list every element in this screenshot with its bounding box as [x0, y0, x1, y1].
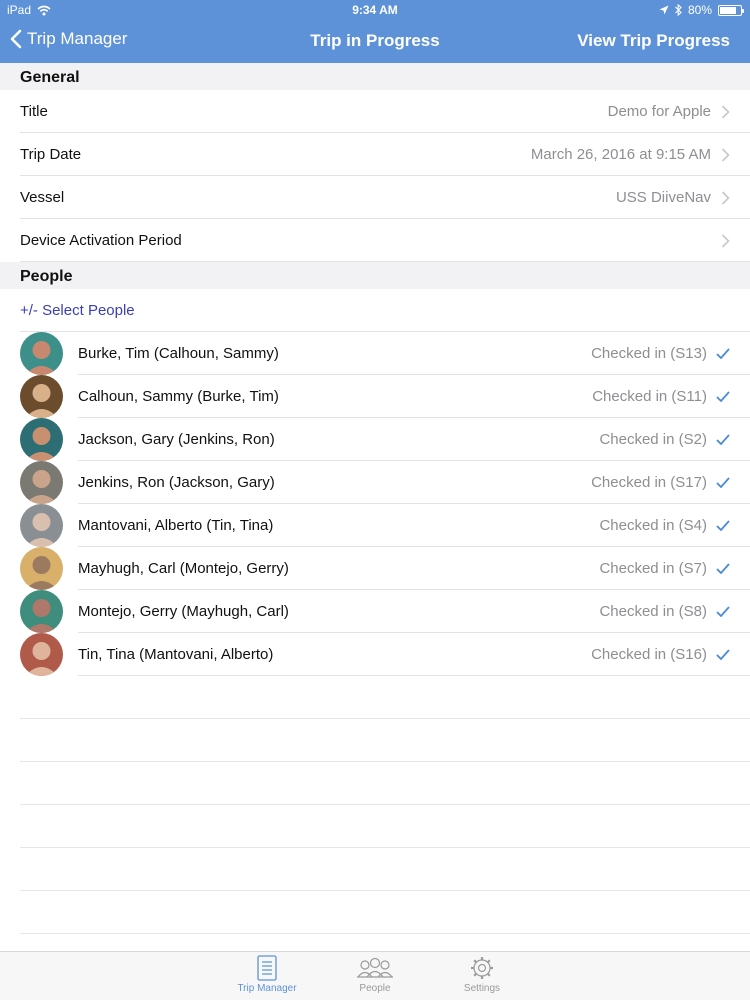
tab-label: Trip Manager	[237, 983, 297, 994]
person-name: Jenkins, Ron (Jackson, Gary)	[78, 474, 275, 491]
row-label: Trip Date	[20, 146, 82, 163]
checkmark-icon	[716, 348, 730, 359]
person-row[interactable]: Tin, Tina (Mantovani, Alberto) Checked in…	[0, 633, 750, 676]
chevron-right-icon	[721, 104, 730, 119]
back-button-label: Trip Manager	[27, 29, 128, 48]
avatar	[20, 547, 63, 590]
chevron-right-icon	[721, 190, 730, 205]
avatar	[20, 504, 63, 547]
section-header-people: People	[0, 262, 750, 289]
tab-people[interactable]: People	[335, 955, 415, 994]
person-row[interactable]: Calhoun, Sammy (Burke, Tim) Checked in (S…	[0, 375, 750, 418]
tab-label: Settings	[463, 983, 501, 994]
list-document-icon	[257, 955, 277, 981]
row-label: Vessel	[20, 189, 65, 206]
section-header-general: General	[0, 63, 750, 90]
row-vessel[interactable]: Vessel USS DiiveNav	[0, 176, 750, 219]
header: iPad 9:34 AM 80% Trip Manager Trip in Pr…	[0, 0, 750, 63]
person-name: Mayhugh, Carl (Montejo, Gerry)	[78, 560, 289, 577]
status-bar: iPad 9:34 AM 80%	[0, 0, 750, 20]
location-arrow-icon	[659, 5, 669, 15]
checkmark-icon	[716, 649, 730, 660]
navigation-bar: Trip Manager Trip in Progress View Trip …	[0, 20, 750, 63]
tab-label: People	[359, 983, 391, 994]
row-trip-date[interactable]: Trip Date March 26, 2016 at 9:15 AM	[0, 133, 750, 176]
person-row[interactable]: Burke, Tim (Calhoun, Sammy) Checked in (S…	[0, 332, 750, 375]
person-row[interactable]: Mantovani, Alberto (Tin, Tina) Checked in…	[0, 504, 750, 547]
back-button[interactable]: Trip Manager	[10, 29, 127, 49]
person-status: Checked in (S2)	[599, 431, 707, 448]
chevron-right-icon	[721, 147, 730, 162]
chevron-right-icon	[721, 233, 730, 248]
row-value: USS DiiveNav	[615, 189, 711, 206]
empty-row	[0, 848, 750, 891]
avatar	[20, 418, 63, 461]
person-name: Calhoun, Sammy (Burke, Tim)	[78, 388, 279, 405]
gear-icon	[471, 957, 493, 979]
checkmark-icon	[716, 391, 730, 402]
checkmark-icon	[716, 563, 730, 574]
content: General Title Demo for Apple Trip Date M…	[0, 63, 750, 934]
view-trip-progress-button[interactable]: View Trip Progress	[577, 31, 730, 51]
chevron-left-icon	[10, 29, 22, 49]
battery-level	[720, 6, 736, 14]
person-name: Montejo, Gerry (Mayhugh, Carl)	[78, 603, 289, 620]
empty-row	[0, 676, 750, 719]
empty-row	[0, 719, 750, 762]
person-name: Burke, Tim (Calhoun, Sammy)	[78, 345, 279, 362]
avatar	[20, 633, 63, 676]
select-people-button[interactable]: +/- Select People	[0, 289, 750, 332]
empty-row	[0, 891, 750, 934]
checkmark-icon	[716, 520, 730, 531]
checkmark-icon	[716, 606, 730, 617]
person-status: Checked in (S8)	[599, 603, 707, 620]
person-status: Checked in (S17)	[591, 474, 707, 491]
checkmark-icon	[716, 434, 730, 445]
tab-trip-manager[interactable]: Trip Manager	[227, 955, 307, 994]
row-label: Title	[20, 103, 48, 120]
avatar	[20, 375, 63, 418]
person-status: Checked in (S11)	[592, 388, 707, 405]
row-label: Device Activation Period	[20, 232, 182, 249]
tab-bar: Trip Manager People Settings	[0, 951, 750, 1000]
avatar	[20, 461, 63, 504]
row-value: Demo for Apple	[607, 103, 711, 120]
select-people-label: +/- Select People	[20, 302, 135, 319]
person-status: Checked in (S7)	[599, 560, 707, 577]
person-status: Checked in (S16)	[591, 646, 707, 663]
empty-row	[0, 762, 750, 805]
checkmark-icon	[716, 477, 730, 488]
bluetooth-icon	[675, 4, 682, 16]
person-status: Checked in (S13)	[591, 345, 707, 362]
people-icon	[357, 957, 393, 978]
avatar	[20, 590, 63, 633]
person-name: Jackson, Gary (Jenkins, Ron)	[78, 431, 275, 448]
row-device-activation-period[interactable]: Device Activation Period	[0, 219, 750, 262]
person-row[interactable]: Jenkins, Ron (Jackson, Gary) Checked in (…	[0, 461, 750, 504]
tab-settings[interactable]: Settings	[442, 955, 522, 994]
person-row[interactable]: Montejo, Gerry (Mayhugh, Carl) Checked in…	[0, 590, 750, 633]
battery-percent: 80%	[687, 3, 712, 17]
person-row[interactable]: Mayhugh, Carl (Montejo, Gerry) Checked in…	[0, 547, 750, 590]
avatar	[20, 332, 63, 375]
row-title[interactable]: Title Demo for Apple	[0, 90, 750, 133]
people-list: Burke, Tim (Calhoun, Sammy) Checked in (S…	[0, 332, 750, 676]
person-row[interactable]: Jackson, Gary (Jenkins, Ron) Checked in (…	[0, 418, 750, 461]
person-name: Tin, Tina (Mantovani, Alberto)	[78, 646, 274, 663]
status-time: 9:34 AM	[352, 3, 398, 17]
person-status: Checked in (S4)	[599, 517, 707, 534]
battery-icon	[718, 4, 744, 16]
empty-row	[0, 805, 750, 848]
person-name: Mantovani, Alberto (Tin, Tina)	[78, 517, 274, 534]
row-value: March 26, 2016 at 9:15 AM	[530, 146, 711, 163]
